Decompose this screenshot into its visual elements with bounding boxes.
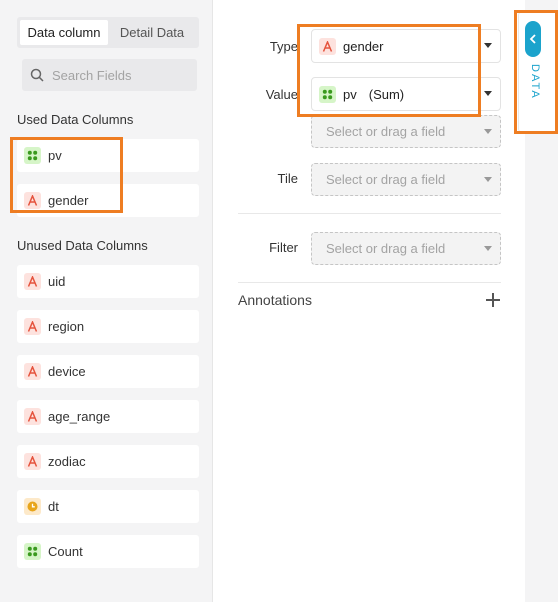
field-item-pv[interactable]: pv <box>17 139 199 172</box>
used-columns-title: Used Data Columns <box>17 112 134 127</box>
chevron-down-icon[interactable] <box>484 176 492 182</box>
text-field-icon <box>24 408 41 425</box>
field-item-zodiac[interactable]: zodiac <box>17 445 199 478</box>
data-panel-label[interactable]: DATA <box>525 64 541 100</box>
annotations-title: Annotations <box>238 292 312 308</box>
type-value: gender <box>343 38 384 54</box>
field-name: pv <box>48 148 62 163</box>
tile-label: Tile <box>277 171 298 186</box>
field-name: gender <box>48 193 89 208</box>
chevron-left-icon <box>529 34 536 44</box>
drop-placeholder: Select or drag a field <box>326 124 446 139</box>
chevron-down-icon[interactable] <box>484 245 492 251</box>
field-item-age-range[interactable]: age_range <box>17 400 199 433</box>
field-item-gender[interactable]: gender <box>17 184 199 217</box>
text-field-icon <box>24 192 41 209</box>
field-name: dt <box>48 499 59 514</box>
field-name: zodiac <box>48 454 86 469</box>
value-drop-zone[interactable]: Select or drag a field <box>311 115 501 148</box>
number-field-icon <box>319 85 336 103</box>
field-list-panel: Data column Detail Data Used Data Column… <box>0 0 213 602</box>
field-item-count[interactable]: Count <box>17 535 199 568</box>
field-name: age_range <box>48 409 111 424</box>
chevron-down-icon[interactable] <box>484 43 492 48</box>
text-field-icon <box>24 453 41 470</box>
field-item-dt[interactable]: dt <box>17 490 199 523</box>
field-name: Count <box>48 544 83 559</box>
add-annotation-plus-icon[interactable] <box>486 293 500 307</box>
drop-placeholder: Select or drag a field <box>326 172 446 187</box>
tile-drop-zone[interactable]: Select or drag a field <box>311 163 501 196</box>
type-label: Type <box>269 39 298 54</box>
value-selector[interactable]: pv (Sum) <box>311 77 501 111</box>
field-name: device <box>48 364 86 379</box>
section-divider <box>238 213 501 214</box>
type-selector[interactable]: gender <box>311 29 501 63</box>
field-item-region[interactable]: region <box>17 310 199 343</box>
clock-icon <box>24 498 41 515</box>
number-field-icon <box>24 543 41 560</box>
text-field-icon <box>24 318 41 335</box>
value-field: pv <box>343 86 357 102</box>
field-item-device[interactable]: device <box>17 355 199 388</box>
value-aggregation: (Sum) <box>368 86 405 102</box>
filter-label: Filter <box>269 240 298 255</box>
collapse-button[interactable] <box>525 21 541 57</box>
tab-data-column[interactable]: Data column <box>20 20 108 45</box>
chevron-down-icon[interactable] <box>484 128 492 134</box>
field-name: uid <box>48 274 66 289</box>
field-tabs: Data column Detail Data <box>17 17 199 48</box>
section-divider <box>238 282 501 283</box>
number-field-icon <box>24 147 41 164</box>
field-item-uid[interactable]: uid <box>17 265 199 298</box>
value-label: Value <box>265 87 298 102</box>
text-field-icon <box>24 273 41 290</box>
drop-placeholder: Select or drag a field <box>326 241 446 256</box>
filter-drop-zone[interactable]: Select or drag a field <box>311 232 501 265</box>
unused-columns-title: Unused Data Columns <box>17 238 148 253</box>
search-input[interactable] <box>52 67 182 83</box>
search-icon <box>30 68 44 82</box>
tab-detail-data[interactable]: Detail Data <box>108 20 196 45</box>
text-field-icon <box>319 37 336 55</box>
text-field-icon <box>24 363 41 380</box>
field-name: region <box>48 319 85 334</box>
search-box[interactable] <box>22 59 197 91</box>
chevron-down-icon[interactable] <box>484 91 492 96</box>
